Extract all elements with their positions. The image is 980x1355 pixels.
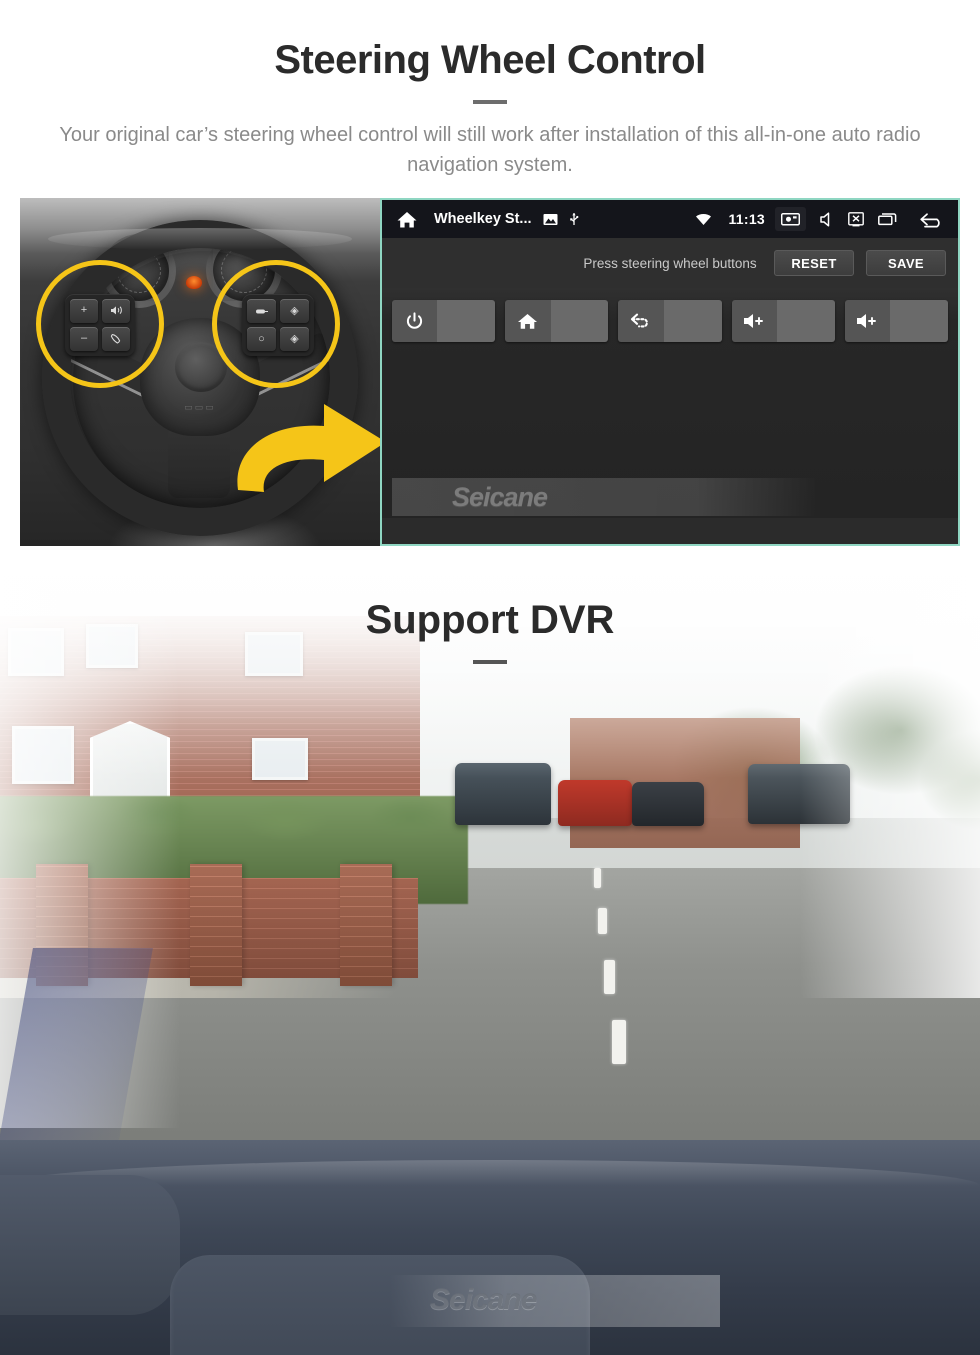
street-scene-background: [0, 568, 980, 1355]
key-value-power: [437, 300, 496, 342]
android-head-unit-panel: Wheelkey St... 11:13 Press steering whee…: [380, 198, 960, 546]
key-slot-power[interactable]: [392, 300, 496, 342]
key-slot-volume-up-2[interactable]: [844, 300, 949, 342]
panel-watermark-bar: Seicane: [392, 478, 817, 516]
mute-speaker-icon[interactable]: [820, 211, 834, 227]
dark-car: [632, 782, 704, 826]
page-subtitle: Your original car’s steering wheel contr…: [59, 124, 921, 176]
save-button[interactable]: SAVE: [866, 250, 946, 276]
steering-wheel-control-section: Steering Wheel Control Your original car…: [0, 0, 980, 568]
lane-marking: [612, 1020, 626, 1064]
status-bar-right-group: 11:13: [681, 207, 946, 231]
title-divider: [473, 100, 507, 104]
status-bar: Wheelkey St... 11:13: [382, 200, 958, 238]
red-car: [558, 780, 632, 826]
key-value-volume-up-2: [890, 300, 949, 342]
image-icon: [543, 213, 558, 226]
support-dvr-section: Support DVR (Optional function, require …: [0, 568, 980, 1355]
key-mapping-row: [392, 300, 949, 342]
screenshot-icon[interactable]: [775, 207, 806, 231]
app-name-label: Wheelkey St...: [434, 211, 532, 227]
screen-off-icon[interactable]: [848, 211, 864, 227]
key-slot-volume-up-1[interactable]: [731, 300, 835, 342]
reset-button[interactable]: RESET: [774, 250, 854, 276]
key-value-back: [663, 300, 722, 342]
lane-marking: [594, 868, 601, 888]
key-mapping-area: Seicane: [382, 288, 958, 518]
key-slot-back[interactable]: [618, 300, 722, 342]
page-title: Steering Wheel Control: [274, 38, 706, 82]
volume-up-icon: [731, 300, 778, 342]
seicane-watermark: Seicane: [452, 481, 548, 512]
section-title-divider: [473, 660, 507, 664]
back-arrow-icon[interactable]: [919, 211, 946, 228]
steering-wheel-photo: ▭▭▭ + – ◈ ○ ◈: [20, 198, 380, 546]
wall-pillar: [190, 864, 242, 986]
usb-icon: [569, 212, 579, 227]
yellow-arrow-icon: [237, 404, 380, 492]
dashboard-left-pad: [0, 1175, 180, 1315]
home-icon: [505, 300, 551, 342]
wall-pillar: [340, 864, 392, 986]
highlight-circle-left: [36, 260, 164, 388]
wifi-icon: [695, 213, 712, 226]
back-icon: [618, 300, 664, 342]
media-strip: ▭▭▭ + – ◈ ○ ◈ Wheelkey St... 11:13 Press…: [20, 198, 960, 546]
clock-label: 11:13: [728, 211, 765, 227]
power-icon: [392, 300, 438, 342]
volume-up-icon: [844, 300, 891, 342]
highlight-circle-right: [212, 260, 340, 388]
section-title: Support DVR: [365, 598, 615, 642]
key-value-volume-up-1: [777, 300, 835, 342]
settings-toolbar: Press steering wheel buttons RESET SAVE: [382, 238, 958, 288]
lane-marking: [604, 960, 615, 994]
seicane-watermark: Seicane: [430, 1283, 537, 1316]
key-value-home: [550, 300, 609, 342]
home-icon[interactable]: [394, 210, 420, 229]
lane-marking: [598, 908, 607, 934]
recent-apps-icon[interactable]: [878, 212, 897, 226]
key-slot-home[interactable]: [505, 300, 609, 342]
